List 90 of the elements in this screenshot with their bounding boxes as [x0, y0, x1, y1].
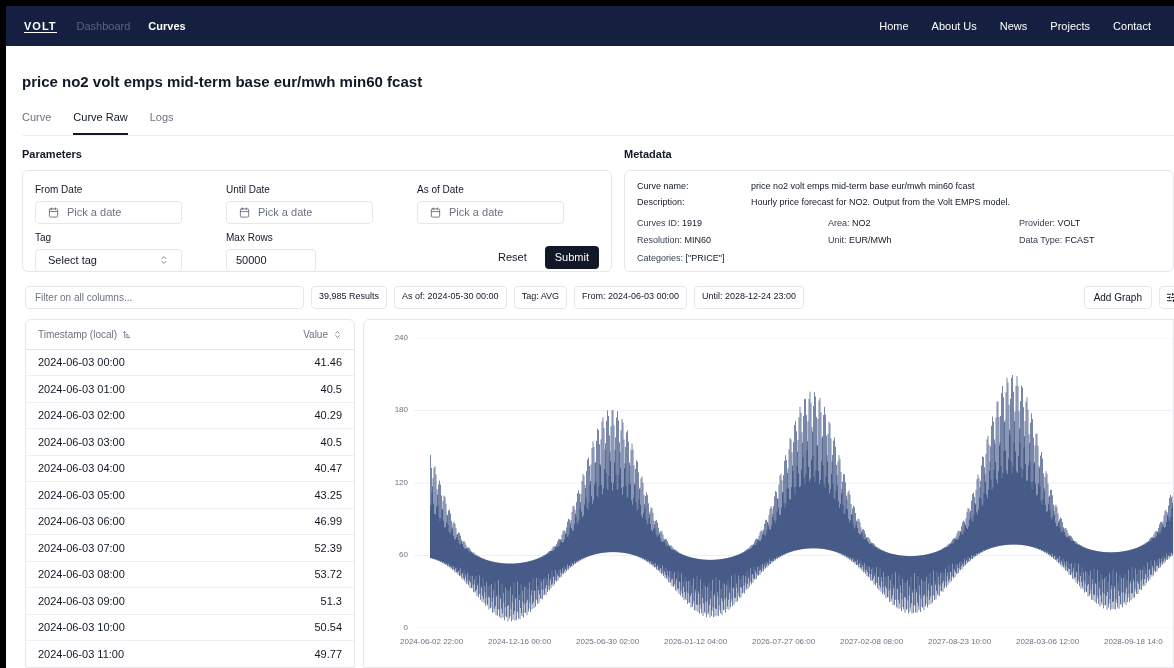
- table-cell-text: 2024-06-03 03:00: [38, 434, 125, 450]
- table-cell-text: 43.25: [314, 487, 342, 503]
- axis-label: 2028-09-18 14:0: [1104, 635, 1164, 648]
- date-picker[interactable]: Pick a date: [35, 200, 182, 224]
- section-heading: Parameters: [22, 147, 83, 162]
- table-cell-text: 2024-06-03 09:00: [38, 593, 125, 609]
- column-header[interactable]: Value: [303, 326, 342, 342]
- axis-label: 0: [403, 621, 408, 634]
- metadata-field: Area: NO2: [828, 216, 1019, 230]
- sort-icon: [122, 329, 132, 339]
- table-cell-text: 2024-06-03 08:00: [38, 567, 125, 582]
- table-cell-text: 46.99: [314, 514, 342, 529]
- calendar-icon: [48, 206, 59, 218]
- field-label: Until Date: [226, 182, 271, 197]
- table-cell-text: 50.54: [314, 620, 342, 635]
- metadata-field: Resolution: MIN60: [637, 234, 828, 248]
- logo[interactable]: VOLT: [24, 19, 57, 33]
- table-cell-text: 41.46: [314, 355, 342, 370]
- axis-label: 60: [399, 549, 408, 561]
- metadata-field: Unit: EUR/MWh: [828, 234, 1019, 248]
- axis-label: 2028-03-06 12:00: [1016, 635, 1081, 648]
- metadata-field: Data Type: FCAST: [1019, 234, 1173, 248]
- metadata-value: price no2 volt emps mid-term base eur/mwh min60 fcast: [751, 179, 975, 193]
- axis-label: 2025-06-30 02:00: [576, 635, 641, 648]
- axis-label: 2026-01-12 04:00: [664, 635, 729, 648]
- filter-badge: Until: 2028-12-24 23:00: [694, 285, 805, 309]
- column-header[interactable]: Timestamp (local): [38, 326, 132, 342]
- page-title: price no2 volt emps mid-term base eur/mwh min60 fcast: [22, 72, 424, 92]
- submit-button[interactable]: Submit: [544, 245, 599, 269]
- nav-link[interactable]: Curves: [148, 17, 186, 35]
- metadata-field: Categories: ["PRICE"]: [637, 251, 828, 265]
- table-cell-text: 2024-06-03 00:00: [38, 355, 125, 370]
- axis-label: 120: [394, 476, 408, 489]
- metadata-label: Curve name:: [637, 179, 690, 193]
- filter-badge: As of: 2024-05-30 00:00: [394, 285, 507, 309]
- nav-link[interactable]: Home: [879, 17, 909, 35]
- axis-label: 2024-06-02 22:00: [400, 635, 465, 648]
- tab[interactable]: Curve Raw: [73, 108, 128, 135]
- table-cell-text: 2024-06-03 04:00: [38, 461, 125, 476]
- tag-select[interactable]: Select tag: [35, 248, 182, 272]
- calendar-icon: [430, 206, 441, 218]
- sort-icon: [333, 329, 342, 339]
- metadata-label: Description:: [637, 196, 686, 209]
- table-cell-text: 2024-06-03 11:00: [38, 646, 125, 662]
- table-cell-text: 49.77: [314, 646, 342, 662]
- nav-link[interactable]: News: [999, 17, 1028, 35]
- field-label: Tag: [35, 230, 53, 245]
- table-cell-text: 51.3: [320, 593, 342, 609]
- date-picker[interactable]: Pick a date: [226, 200, 373, 224]
- filter-badge: 39,985 Results: [311, 285, 388, 309]
- nav-link[interactable]: About Us: [931, 17, 977, 35]
- add-graph-button[interactable]: Add Graph: [1083, 285, 1152, 309]
- table-cell-text: 53.72: [314, 567, 342, 582]
- calendar-icon: [239, 206, 250, 218]
- table-cell-text: 40.47: [314, 461, 342, 476]
- max-rows-input[interactable]: 50000: [226, 248, 316, 272]
- field-label: As of Date: [417, 182, 465, 197]
- table-cell-text: 2024-06-03 05:00: [38, 487, 125, 503]
- tab[interactable]: Curve: [22, 108, 52, 135]
- table-cell-text: 2024-06-03 02:00: [38, 408, 125, 423]
- filter-input[interactable]: Filter on all columns...: [25, 285, 304, 309]
- table-cell-text: 2024-06-03 07:00: [38, 540, 125, 556]
- metadata-field: Provider: VOLT: [1019, 216, 1173, 230]
- table-cell-text: 52.39: [314, 540, 342, 556]
- tab[interactable]: Logs: [149, 108, 174, 135]
- chevrons-icon: [159, 255, 169, 265]
- axis-label: 180: [394, 404, 408, 416]
- table-cell-text: 40.29: [314, 408, 342, 423]
- field-label: Max Rows: [226, 230, 274, 245]
- table-cell-text: 40.5: [320, 381, 342, 397]
- table-cell-text: 2024-06-03 10:00: [38, 620, 125, 635]
- table-cell-text: 40.5: [320, 434, 342, 450]
- axis-label: 240: [394, 331, 408, 344]
- table-cell-text: 2024-06-03 01:00: [38, 381, 125, 397]
- metadata-field: Curves ID: 1919: [637, 216, 828, 230]
- reset-button[interactable]: Reset: [488, 245, 537, 269]
- metadata-value: Hourly price forecast for NO2. Output from the Volt EMPS model.: [751, 196, 1011, 209]
- filter-badge: Tag: AVG: [513, 285, 567, 309]
- axis-label: 2027-08-23 10:00: [928, 635, 993, 648]
- nav-link[interactable]: Projects: [1050, 17, 1091, 35]
- axis-label: 2026-07-27 06:00: [752, 635, 817, 648]
- sliders-icon: [1166, 291, 1174, 303]
- nav-link[interactable]: Contact: [1113, 17, 1151, 35]
- field-label: From Date: [35, 182, 84, 197]
- section-heading: Metadata: [624, 147, 673, 162]
- filter-badge: From: 2024-06-03 00:00: [574, 285, 688, 309]
- table-cell-text: 2024-06-03 06:00: [38, 514, 125, 529]
- axis-label: 2024-12-16 00:00: [488, 635, 553, 648]
- date-picker[interactable]: Pick a date: [417, 200, 564, 224]
- axis-label: 2027-02-08 08:00: [840, 635, 905, 648]
